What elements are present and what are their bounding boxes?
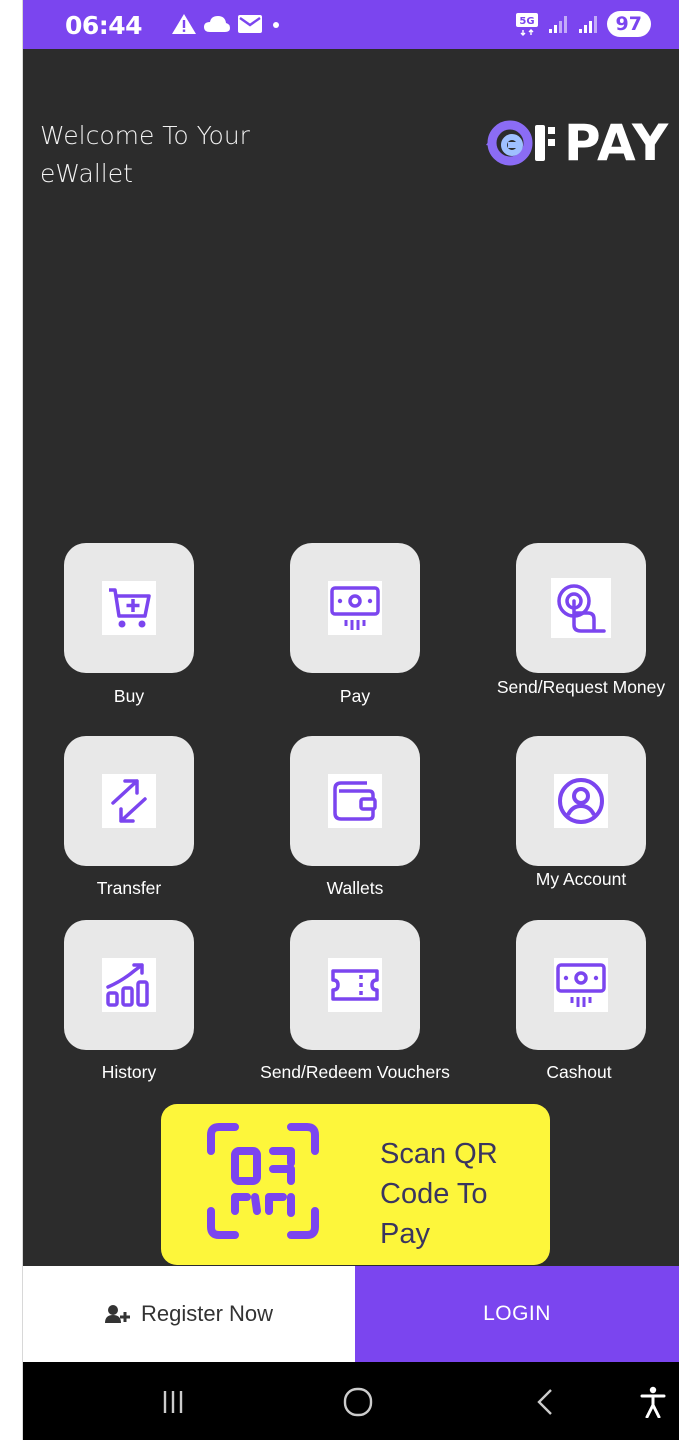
vouchers-tile[interactable] [290,920,420,1050]
wallet-icon [333,781,377,821]
app-logo: PAY [482,114,669,172]
buy-label: Buy [113,686,145,706]
transfer-arrows-icon [111,779,147,823]
signal-1-icon [548,16,567,33]
system-nav-bar [23,1362,679,1440]
svg-text:5G: 5G [519,16,534,27]
tile-icon-bg [328,774,382,828]
network-5g-icon: 5G [515,13,538,36]
cart-plus-icon [109,588,151,628]
tile-icon-bg [554,774,608,828]
home-icon [343,1387,373,1417]
tile-icon-bg [102,958,156,1012]
pay-tile[interactable] [290,543,420,673]
signal-2-icon [578,16,597,33]
accessibility-icon [640,1386,666,1418]
recent-apps-icon [163,1391,183,1413]
cashout-label: Cashout [546,1062,612,1082]
transfer-label: Transfer [96,878,162,898]
back-button[interactable] [515,1382,575,1422]
tile-icon-bg [551,578,611,638]
cloud-icon [204,16,230,32]
my-account-tile[interactable] [516,736,646,866]
login-label: LOGIN [483,1302,551,1325]
tile-icon-bg [328,958,382,1012]
tile-icon-bg [102,581,156,635]
user-circle-icon [558,778,604,824]
warning-icon [172,14,196,34]
add-user-icon [104,1305,130,1323]
history-label: History [101,1062,157,1082]
mail-icon [238,15,262,33]
battery-indicator: 97 [606,11,651,37]
wallets-tile[interactable] [290,736,420,866]
qr-scan-icon [207,1123,319,1239]
dot-icon [273,22,279,28]
notification-icons [171,9,283,39]
register-label: Register Now [140,1301,274,1326]
vouchers-label: Send/Redeem Vouchers [260,1062,450,1082]
cashout-tile[interactable] [516,920,646,1050]
growth-chart-icon [106,963,149,1007]
bottom-action-bar: Register Now LOGIN [23,1266,679,1362]
send-request-money-label: Send/Request Money [496,677,666,697]
transfer-tile[interactable] [64,736,194,866]
wallets-label: Wallets [326,878,384,898]
cash-icon [330,586,380,630]
tile-icon-bg [328,581,382,635]
home-button[interactable] [328,1382,388,1422]
status-time: 06:44 [65,11,143,40]
status-bar: 06:44 5G 97 [23,0,679,49]
tap-coin-icon [557,584,606,633]
scan-qr-button[interactable]: Scan QR Code To Pay [161,1104,550,1265]
voucher-ticket-icon [331,969,379,1001]
cash-icon [556,963,606,1007]
screen-edge [0,0,23,1440]
recent-apps-button[interactable] [143,1382,203,1422]
send-request-money-tile[interactable] [516,543,646,673]
history-tile[interactable] [64,920,194,1050]
register-button[interactable]: Register Now [23,1266,355,1362]
logo-text: PAY [564,114,670,172]
logo-mark-icon [486,120,555,166]
back-icon [537,1389,552,1415]
login-button[interactable]: LOGIN [355,1266,679,1362]
my-account-label: My Account [535,869,627,889]
tile-icon-bg [102,774,156,828]
accessibility-button[interactable] [623,1382,679,1422]
system-icons: 5G 97 [515,9,651,39]
buy-tile[interactable] [64,543,194,673]
scan-qr-label: Scan QR Code To Pay [380,1138,498,1250]
tile-icon-bg [554,958,608,1012]
pay-label: Pay [339,686,371,706]
welcome-text: Welcome To Your eWallet [40,121,250,188]
